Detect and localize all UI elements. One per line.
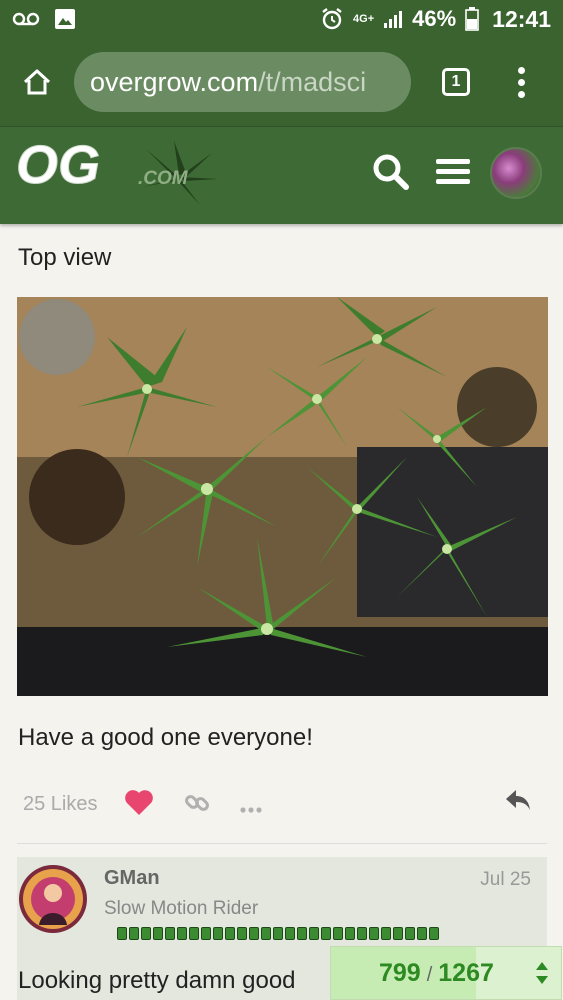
trust-dot xyxy=(225,927,235,940)
copy-link-button[interactable] xyxy=(184,790,210,821)
ellipsis-icon xyxy=(240,807,262,813)
trust-dot xyxy=(417,927,427,940)
likes-count[interactable]: 25 Likes xyxy=(23,793,98,816)
trust-dot xyxy=(333,927,343,940)
hamburger-menu-button[interactable] xyxy=(436,157,470,192)
search-button[interactable] xyxy=(372,153,410,196)
site-header: OG .COM xyxy=(0,126,563,224)
url-path: /t/madsci xyxy=(258,66,367,97)
trust-dot xyxy=(369,927,379,940)
trust-dot xyxy=(261,927,271,940)
post-divider xyxy=(17,843,547,844)
tab-count: 1 xyxy=(442,68,470,96)
trust-dot xyxy=(393,927,403,940)
more-actions-button[interactable] xyxy=(240,800,262,818)
hamburger-icon xyxy=(436,159,470,184)
battery-percent: 46% xyxy=(412,6,457,31)
post-actions: 25 Likes xyxy=(18,782,548,826)
trust-dot xyxy=(429,927,439,940)
trust-dot xyxy=(285,927,295,940)
reply-button[interactable] xyxy=(504,788,532,817)
reply-text: Looking pretty damn good xyxy=(18,967,296,994)
link-icon xyxy=(185,795,209,811)
battery-icon xyxy=(465,7,479,31)
trust-dot xyxy=(273,927,283,940)
clock: 12:41 xyxy=(492,5,551,32)
browser-menu-button[interactable] xyxy=(501,38,541,126)
trust-dot xyxy=(309,927,319,940)
reply-date[interactable]: Jul 25 xyxy=(480,869,531,891)
trust-dot xyxy=(345,927,355,940)
trust-dot xyxy=(297,927,307,940)
logo-text: OG xyxy=(16,135,100,195)
trust-level-indicator xyxy=(117,927,439,940)
alarm-icon xyxy=(322,8,342,30)
post-text-top: Top view xyxy=(18,244,112,271)
current-user-avatar[interactable] xyxy=(490,147,542,199)
trust-dot xyxy=(201,927,211,940)
post-image-plants-top-view[interactable] xyxy=(17,297,548,696)
trust-dot xyxy=(141,927,151,940)
trust-dot xyxy=(129,927,139,940)
url-host: overgrow.com xyxy=(90,66,259,97)
trust-dot xyxy=(213,927,223,940)
address-bar[interactable]: overgrow.com/t/madsci xyxy=(74,52,411,112)
trust-dot xyxy=(237,927,247,940)
trust-dot xyxy=(357,927,367,940)
trust-dot xyxy=(321,927,331,940)
status-bar: 4G+ 46% 12:41 xyxy=(0,0,563,38)
trust-dot xyxy=(117,927,127,940)
image-notification-icon xyxy=(55,9,75,29)
logo-suffix: .COM xyxy=(138,168,189,189)
home-icon xyxy=(23,69,51,95)
trust-dot xyxy=(405,927,415,940)
trust-dot xyxy=(249,927,259,940)
heart-icon xyxy=(125,790,153,815)
signal-icon xyxy=(384,11,403,28)
progress-total: 1267 xyxy=(438,958,494,987)
expand-collapse-icon[interactable] xyxy=(535,961,549,985)
topic-progress-numbers: 799 / 1267 xyxy=(379,959,494,988)
menu-dot-icon xyxy=(517,66,525,74)
home-button[interactable] xyxy=(0,38,74,126)
trust-dot xyxy=(153,927,163,940)
reply-icon xyxy=(506,790,530,810)
menu-dot-icon xyxy=(517,78,525,86)
progress-current: 799 xyxy=(379,958,421,987)
progress-separator: / xyxy=(426,963,433,986)
trust-dot xyxy=(165,927,175,940)
menu-dot-icon xyxy=(517,90,525,98)
topic-progress-widget[interactable]: 799 / 1267 xyxy=(330,946,562,1000)
tab-switcher-button[interactable]: 1 xyxy=(411,38,501,126)
reply-author-name[interactable]: GMan xyxy=(104,867,160,890)
reply-author-title: Slow Motion Rider xyxy=(104,898,259,919)
voicemail-icon xyxy=(12,12,40,26)
network-type-label: 4G+ xyxy=(353,13,375,25)
search-icon xyxy=(373,154,409,190)
reply-author-avatar[interactable] xyxy=(19,865,87,933)
post-text-bottom: Have a good one everyone! xyxy=(18,724,313,751)
trust-dot xyxy=(381,927,391,940)
site-logo[interactable]: OG .COM xyxy=(14,135,224,215)
like-button[interactable] xyxy=(124,788,154,821)
trust-dot xyxy=(177,927,187,940)
browser-toolbar: overgrow.com/t/madsci 1 xyxy=(0,38,563,126)
trust-dot xyxy=(189,927,199,940)
